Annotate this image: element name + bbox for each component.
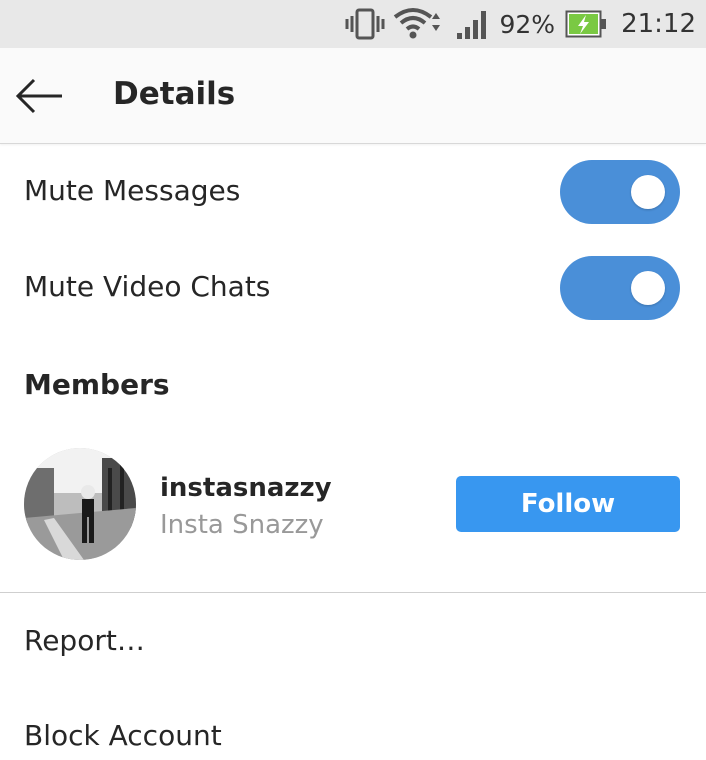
mute-messages-label: Mute Messages: [24, 174, 241, 207]
arrow-left-icon: [14, 78, 66, 120]
mute-video-chats-label: Mute Video Chats: [24, 270, 271, 303]
avatar[interactable]: [24, 448, 136, 560]
toggle-knob: [631, 271, 665, 305]
member-full-name: Insta Snazzy: [160, 510, 324, 540]
report-action[interactable]: Report…: [24, 624, 145, 657]
status-bar: 92% 21:12: [0, 0, 706, 48]
battery-percent: 92%: [499, 9, 556, 39]
app-bar: Details: [0, 48, 706, 144]
mute-video-chats-row: Mute Video Chats: [0, 240, 706, 336]
page-title: Details: [113, 76, 236, 112]
member-username[interactable]: instasnazzy: [160, 473, 332, 503]
vibrate-icon: [345, 7, 385, 41]
status-time: 21:12: [621, 9, 696, 39]
block-account-action[interactable]: Block Account: [24, 719, 222, 752]
battery-charging-icon: [565, 10, 607, 38]
mute-messages-toggle[interactable]: [560, 160, 680, 224]
divider: [0, 592, 706, 593]
status-icons: 92% 21:12: [345, 0, 696, 48]
follow-button[interactable]: Follow: [456, 476, 680, 532]
mute-video-chats-toggle[interactable]: [560, 256, 680, 320]
wifi-icon: [393, 7, 447, 41]
signal-icon: [455, 7, 489, 41]
back-button[interactable]: [14, 76, 66, 116]
mute-messages-row: Mute Messages: [0, 144, 706, 240]
members-heading: Members: [24, 368, 170, 401]
toggle-knob: [631, 175, 665, 209]
member-row: instasnazzy Insta Snazzy Follow: [0, 440, 706, 570]
